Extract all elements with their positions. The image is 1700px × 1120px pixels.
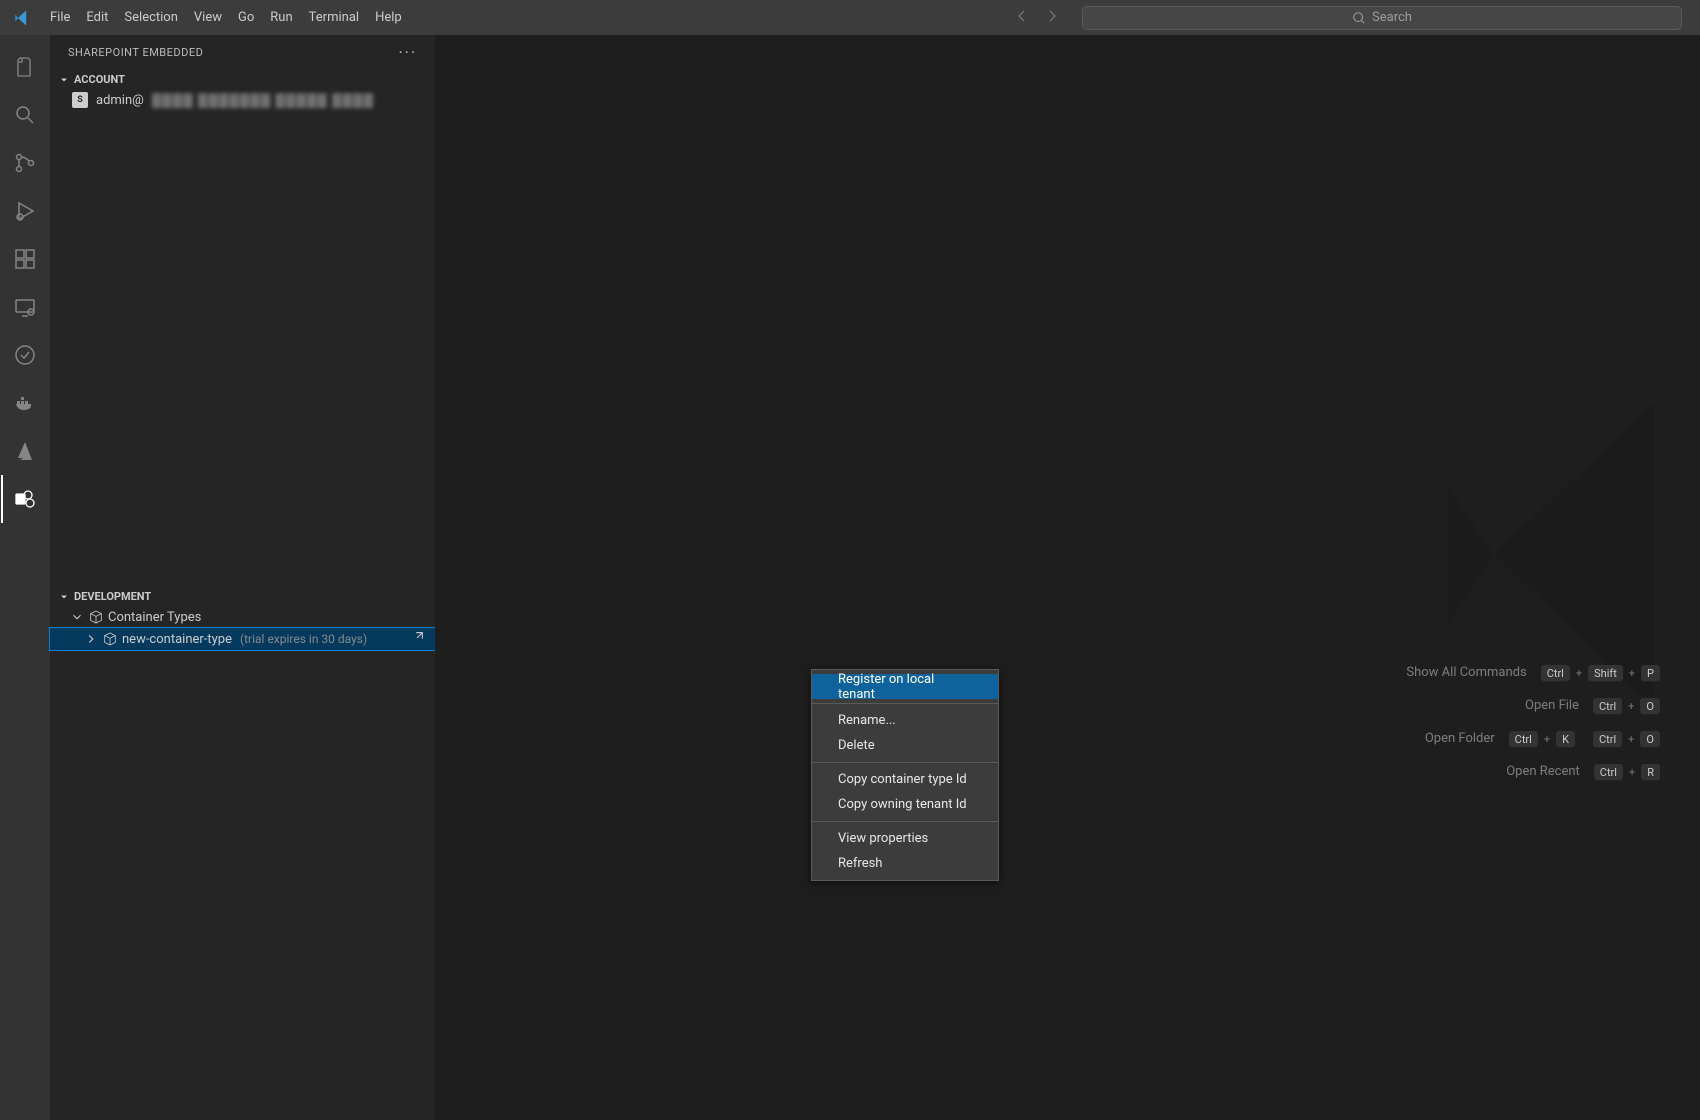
sharepoint-icon[interactable] — [1, 475, 49, 523]
nav-back-icon[interactable] — [1014, 8, 1030, 28]
cube-icon — [102, 631, 118, 647]
chevron-down-icon — [58, 74, 70, 86]
container-type-item[interactable]: new-container-type (trial expires in 30 … — [50, 628, 435, 650]
account-header-text: ACCOUNT — [74, 73, 125, 86]
account-email-redacted: ▓▓▓▓ ▓▓▓▓▓▓▓ ▓▓▓▓▓ ▓▓▓▓ — [152, 92, 374, 108]
testing-icon[interactable] — [1, 331, 49, 379]
extensions-icon[interactable] — [1, 235, 49, 283]
shortcut-label: Open Folder — [1425, 731, 1495, 748]
development-section-header[interactable]: DEVELOPMENT — [50, 587, 435, 606]
cm-delete[interactable]: Delete — [812, 733, 998, 758]
chevron-right-icon — [84, 632, 98, 646]
files-icon[interactable] — [1, 43, 49, 91]
sidebar-more-icon[interactable]: ··· — [398, 43, 417, 62]
context-menu-separator — [812, 703, 998, 704]
chevron-down-icon — [70, 610, 84, 624]
cm-copy-container-type-id[interactable]: Copy container type Id — [812, 767, 998, 792]
context-menu: Register on local tenant Rename... Delet… — [811, 669, 999, 881]
main: SHAREPOINT EMBEDDED ··· ACCOUNT S admin@… — [0, 35, 1700, 1120]
search-icon[interactable] — [1, 91, 49, 139]
container-types-node[interactable]: Container Types — [50, 606, 435, 628]
goto-icon[interactable] — [411, 630, 425, 648]
menubar: File Edit Selection View Go Run Terminal… — [42, 6, 410, 29]
development-header-text: DEVELOPMENT — [74, 590, 151, 603]
chevron-down-icon — [58, 591, 70, 603]
shortcut-label: Show All Commands — [1406, 665, 1526, 682]
welcome-shortcuts: Show All Commands Ctrl+ Shift+ P Open Fi… — [1406, 665, 1660, 781]
azure-icon[interactable] — [1, 427, 49, 475]
container-types-label: Container Types — [108, 610, 201, 625]
editor-area: Show All Commands Ctrl+ Shift+ P Open Fi… — [435, 35, 1700, 1120]
cm-rename[interactable]: Rename... — [812, 708, 998, 733]
container-type-note: (trial expires in 30 days) — [240, 632, 367, 646]
menu-run[interactable]: Run — [262, 6, 300, 29]
menu-file[interactable]: File — [42, 6, 78, 29]
context-menu-separator — [812, 821, 998, 822]
shortcut-row: Open Folder Ctrl+ K Ctrl+ O — [1406, 731, 1660, 748]
shortcut-row: Open File Ctrl+ O — [1406, 698, 1660, 715]
account-section-header[interactable]: ACCOUNT — [50, 70, 435, 89]
shortcut-label: Open Recent — [1506, 764, 1580, 781]
key-chord: Ctrl+ Shift+ P — [1541, 665, 1660, 682]
account-email-prefix: admin@ — [96, 93, 144, 108]
menu-view[interactable]: View — [186, 6, 230, 29]
sharepoint-badge-icon: S — [72, 92, 88, 108]
key-chord: Ctrl+ O — [1593, 698, 1660, 715]
command-center-search[interactable]: Search — [1082, 6, 1682, 30]
account-entry[interactable]: S admin@ ▓▓▓▓ ▓▓▓▓▓▓▓ ▓▓▓▓▓ ▓▓▓▓ — [50, 89, 435, 111]
sidebar: SHAREPOINT EMBEDDED ··· ACCOUNT S admin@… — [50, 35, 435, 1120]
shortcut-row: Open Recent Ctrl+ R — [1406, 764, 1660, 781]
menu-help[interactable]: Help — [367, 6, 410, 29]
menu-terminal[interactable]: Terminal — [301, 6, 367, 29]
titlebar: File Edit Selection View Go Run Terminal… — [0, 0, 1700, 35]
activity-bar — [0, 35, 50, 1120]
vscode-logo-icon — [12, 8, 32, 28]
menu-selection[interactable]: Selection — [116, 6, 185, 29]
run-debug-icon[interactable] — [1, 187, 49, 235]
nav-forward-icon[interactable] — [1044, 8, 1060, 28]
container-type-name: new-container-type — [122, 632, 232, 647]
search-icon — [1352, 11, 1366, 25]
shortcut-row: Show All Commands Ctrl+ Shift+ P — [1406, 665, 1660, 682]
cube-icon — [88, 609, 104, 625]
cm-register-local-tenant[interactable]: Register on local tenant — [812, 674, 998, 699]
cm-view-properties[interactable]: View properties — [812, 826, 998, 851]
remote-icon[interactable] — [1, 283, 49, 331]
nav-arrows — [1014, 8, 1060, 28]
search-placeholder: Search — [1372, 10, 1412, 25]
source-control-icon[interactable] — [1, 139, 49, 187]
cm-copy-owning-tenant-id[interactable]: Copy owning tenant Id — [812, 792, 998, 817]
menu-edit[interactable]: Edit — [78, 6, 116, 29]
key-chord: Ctrl+ R — [1594, 764, 1660, 781]
context-menu-separator — [812, 762, 998, 763]
sidebar-title: SHAREPOINT EMBEDDED — [68, 46, 203, 59]
docker-icon[interactable] — [1, 379, 49, 427]
menu-go[interactable]: Go — [230, 6, 262, 29]
shortcut-label: Open File — [1525, 698, 1579, 715]
sidebar-title-row: SHAREPOINT EMBEDDED ··· — [50, 35, 435, 70]
cm-refresh[interactable]: Refresh — [812, 851, 998, 876]
key-chord: Ctrl+ K Ctrl+ O — [1509, 731, 1660, 748]
